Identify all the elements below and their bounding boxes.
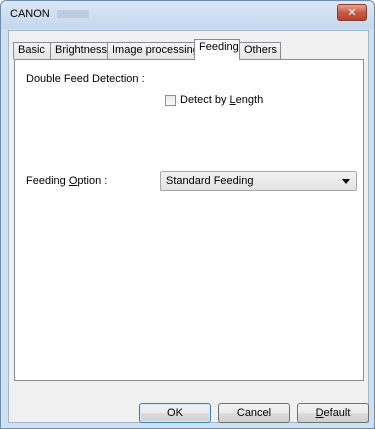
redacted-model-name [57,10,89,18]
close-icon: ✕ [347,6,357,19]
feeding-tab-panel: Double Feed Detection : Detect by Length… [14,59,364,381]
feeding-option-label: Feeding Option : [26,175,107,187]
dialog-window: CANON ✕ Basic Brightness Image processin… [0,0,375,429]
default-button[interactable]: Default [297,403,369,423]
tab-brightness-label: Brightness [55,44,107,56]
detect-by-length-label-part1: Detect by [180,94,230,106]
close-button[interactable]: ✕ [337,4,367,21]
default-button-label: efault [323,407,351,419]
cancel-button[interactable]: Cancel [218,403,290,423]
tab-others-label: Others [244,44,278,56]
detect-by-length-label-part2: ength [235,94,264,106]
tab-basic-label: Basic [18,44,45,56]
tab-feeding-label: Feeding [199,41,239,53]
tab-feeding[interactable]: Feeding [194,39,240,60]
feeding-option-label-part1: Feeding [26,175,69,187]
detect-by-length-checkbox[interactable] [165,95,176,106]
feeding-option-label-part2: ption : [77,175,108,187]
tab-others[interactable]: Others [239,42,281,59]
chevron-down-icon [342,179,350,184]
tab-brightness[interactable]: Brightness [50,42,108,59]
feeding-option-select[interactable]: Standard Feeding [160,171,357,191]
tab-image-processing[interactable]: Image processing [107,42,199,59]
feeding-option-selected-value: Standard Feeding [166,175,254,187]
window-title: CANON [10,8,50,20]
cancel-button-label: Cancel [236,407,272,419]
detect-by-length-label[interactable]: Detect by Length [180,94,263,106]
dialog-client-area: Basic Brightness Image processing Feedin… [8,30,369,423]
tab-image-processing-label: Image processing [112,44,199,56]
double-feed-detection-label: Double Feed Detection : [26,73,145,85]
ok-button-label: OK [167,407,183,419]
title-bar[interactable]: CANON ✕ [1,1,374,29]
default-button-mnemonic: D [315,407,324,419]
tab-basic[interactable]: Basic [13,42,51,59]
ok-button[interactable]: OK [139,403,211,423]
